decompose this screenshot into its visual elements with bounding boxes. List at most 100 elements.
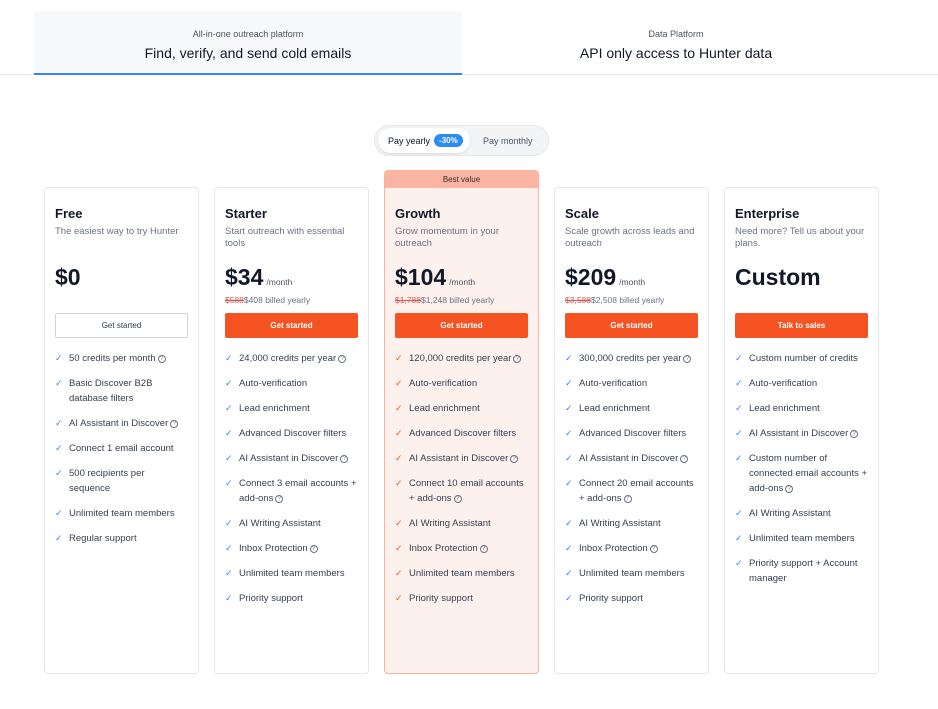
info-icon[interactable]: ? [510,455,519,463]
info-icon[interactable]: ? [623,495,632,503]
free-cta-button[interactable]: Get started [55,313,188,338]
feature-text-wrap: Custom number of credits [749,351,858,366]
feature-item: ✓ Advanced Discover filters [565,426,698,441]
scale-cta-button[interactable]: Get started [565,313,698,338]
check-icon: ✓ [735,428,743,438]
check-icon: ✓ [395,428,403,438]
plan-description: Start outreach with essential tools [225,226,345,249]
feature-item: ✓ 50 credits per month? [55,351,188,366]
feature-item: ✓ Lead enrichment [565,401,698,416]
feature-text: Lead enrichment [239,403,310,414]
tab-data-subtitle: Data Platform [648,29,704,39]
feature-item: ✓ Advanced Discover filters [225,426,358,441]
feature-text-wrap: Priority support [409,591,473,606]
feature-text-wrap: Auto-verification [579,376,647,391]
price-period: /month [619,277,646,287]
feature-text: AI Writing Assistant [239,518,321,529]
feature-text-wrap: Priority support [239,591,303,606]
check-icon: ✓ [565,378,573,388]
plan-description: Grow momentum in your outreach [395,226,500,249]
check-icon: ✓ [55,353,63,363]
feature-item: ✓ Lead enrichment [735,401,868,416]
feature-text: Unlimited team members [579,568,685,579]
plan-card-body: Enterprise Need more? Tell us about your … [725,206,878,586]
price-row: $34/month [225,264,358,290]
feature-text-wrap: Inbox Protection? [239,541,318,556]
feature-text-wrap: AI Writing Assistant [749,506,831,521]
feature-text-wrap: Lead enrichment [239,401,310,416]
feature-text: Advanced Discover filters [239,428,347,439]
info-icon[interactable]: ? [680,455,689,463]
feature-text-wrap: Custom number of connected email account… [749,451,868,496]
feature-item: ✓ Connect 3 email accounts + add-ons? [225,476,358,506]
feature-text-wrap: AI Assistant in Discover? [579,451,689,466]
info-icon[interactable]: ? [340,455,349,463]
feature-item: ✓ Unlimited team members [395,566,528,581]
pay-monthly-option[interactable]: Pay monthly [483,128,533,153]
check-icon: ✓ [225,568,233,578]
tab-data-platform[interactable]: Data Platform API only access to Hunter … [462,11,890,75]
info-icon[interactable]: ? [275,495,284,503]
check-icon: ✓ [565,403,573,413]
feature-list: ✓ 120,000 credits per year? ✓ Auto-verif… [395,351,528,606]
feature-text-wrap: Unlimited team members [239,566,345,581]
feature-text-wrap: Basic Discover B2B database filters [69,376,188,406]
check-icon: ✓ [565,453,573,463]
price-period: /month [449,277,476,287]
feature-text: Auto-verification [239,378,308,389]
info-icon[interactable]: ? [850,430,859,438]
info-icon[interactable]: ? [479,545,488,553]
feature-text: Basic Discover B2B database filters [69,378,153,404]
check-icon: ✓ [225,378,233,388]
check-icon: ✓ [225,478,233,488]
feature-item: ✓ AI Writing Assistant [395,516,528,531]
tab-outreach-subtitle: All-in-one outreach platform [192,29,304,39]
check-icon: ✓ [735,403,743,413]
growth-cta-button[interactable]: Get started [395,313,528,338]
feature-text: Unlimited team members [69,508,175,519]
feature-text-wrap: AI Assistant in Discover? [69,416,179,431]
feature-text-wrap: 50 credits per month? [69,351,166,366]
check-icon: ✓ [565,518,573,528]
check-icon: ✓ [395,593,403,603]
info-icon[interactable]: ? [309,545,318,553]
feature-text-wrap: AI Assistant in Discover? [749,426,859,441]
feature-item: ✓ AI Writing Assistant [565,516,698,531]
info-icon[interactable]: ? [649,545,658,553]
price-row: $209/month [565,264,698,290]
discount-badge: -30% [434,134,463,147]
info-icon[interactable]: ? [453,495,462,503]
feature-text-wrap: 500 recipients per sequence [69,466,188,496]
info-icon[interactable]: ? [683,355,692,363]
feature-item: ✓ Priority support + Account manager [735,556,868,586]
feature-item: ✓ AI Assistant in Discover? [225,451,358,466]
info-icon[interactable]: ? [338,355,347,363]
tab-outreach-platform[interactable]: All-in-one outreach platform Find, verif… [34,11,462,75]
info-icon[interactable]: ? [157,355,166,363]
feature-text-wrap: Auto-verification [409,376,477,391]
feature-item: ✓ 24,000 credits per year? [225,351,358,366]
info-icon[interactable]: ? [785,485,794,493]
check-icon: ✓ [395,403,403,413]
feature-list: ✓ 24,000 credits per year? ✓ Auto-verifi… [225,351,358,606]
billed-yearly-note [735,295,868,305]
original-price: $1,788 [395,295,421,305]
feature-text-wrap: Inbox Protection? [579,541,658,556]
check-icon: ✓ [395,543,403,553]
enterprise-cta-button[interactable]: Talk to sales [735,313,868,338]
info-icon[interactable]: ? [170,420,179,428]
feature-text: Connect 3 email accounts + add-ons [239,478,357,504]
feature-text: Unlimited team members [409,568,515,579]
plan-card-starter: Starter Start outreach with essential too… [214,187,369,674]
feature-item: ✓ Priority support [565,591,698,606]
tab-outreach-title: Find, verify, and send cold emails [144,45,352,61]
feature-text-wrap: 120,000 credits per year? [409,351,522,366]
product-tabs: All-in-one outreach platform Find, verif… [0,0,938,75]
info-icon[interactable]: ? [513,355,522,363]
pay-yearly-option[interactable]: Pay yearly -30% [378,128,470,153]
feature-item: ✓ Basic Discover B2B database filters [55,376,188,406]
feature-text: 300,000 credits per year [579,353,682,364]
check-icon: ✓ [395,378,403,388]
starter-cta-button[interactable]: Get started [225,313,358,338]
plan-card-body: Growth Grow momentum in your outreach $10… [385,206,538,606]
